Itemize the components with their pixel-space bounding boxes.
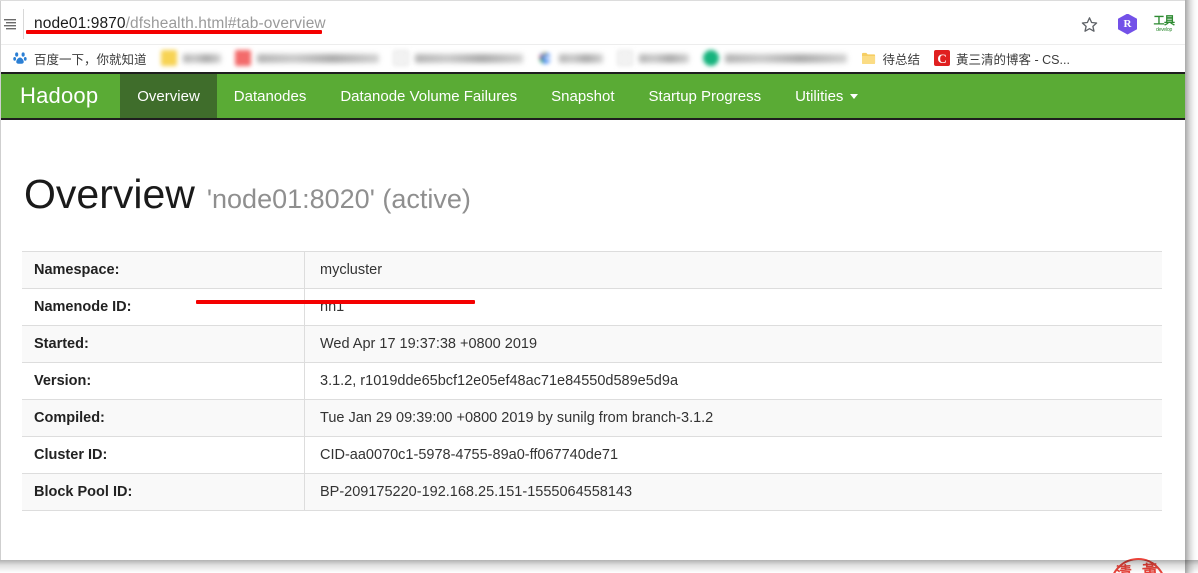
bookmark-baidu[interactable]: 百度一下，你就知道: [8, 47, 151, 69]
red-favicon: [234, 50, 251, 66]
nav-item-label: Utilities: [795, 87, 844, 105]
page-menu-icon[interactable]: [1, 11, 19, 37]
tools-extension-icon[interactable]: 工具 develop: [1151, 11, 1177, 37]
bookmark-folder-summary[interactable]: 待总结: [857, 47, 925, 69]
bookmark-label-redacted: [256, 53, 379, 63]
white-favicon: [392, 50, 409, 66]
table-cell-value: Wed Apr 17 19:37:38 +0800 2019: [304, 325, 1162, 363]
nav-item-label: Overview: [137, 87, 200, 105]
bookmark-redacted-2[interactable]: [231, 47, 383, 69]
bookmark-label-redacted: [638, 53, 689, 63]
nav-item-label: Datanodes: [233, 87, 307, 105]
browser-chrome: node01:9870/dfshealth.html#tab-overview …: [0, 0, 1185, 72]
nav-item-startup-progress[interactable]: Startup Progress: [632, 74, 779, 118]
bookmark-redacted-3[interactable]: [389, 47, 527, 69]
tools-extension-label-cn: 工具: [1153, 14, 1176, 27]
table-cell-key: Cluster ID:: [22, 436, 305, 474]
folder-icon: [861, 50, 877, 66]
url-red-underline-annotation: [26, 30, 322, 34]
main-navbar: Hadoop Overview Datanodes Datanode Volume …: [0, 72, 1185, 120]
baidu-favicon: [12, 50, 28, 66]
bookmark-label: 百度一下，你就知道: [34, 52, 147, 67]
table-cell-key: Started:: [22, 325, 305, 363]
yellow-favicon: [160, 50, 177, 66]
table-cell-key: Compiled:: [22, 399, 305, 437]
bookmark-label: 黃三清的博客 - CS...: [956, 52, 1070, 67]
seal-char-0: 清: [1116, 564, 1133, 573]
table-cell-key: Version:: [22, 362, 305, 400]
table-cell-key: Namespace:: [22, 251, 305, 289]
title-red-underline-annotation: [196, 300, 475, 304]
page-viewport: Hadoop Overview Datanodes Datanode Volume …: [0, 72, 1185, 573]
table-row: Cluster ID: CID-aa0070c1-5978-4755-89a0-f…: [22, 436, 1162, 474]
bookmark-label: 待总结: [882, 52, 921, 67]
address-bar[interactable]: node01:9870/dfshealth.html#tab-overview: [23, 9, 1074, 39]
bookmark-label-redacted: [182, 53, 221, 63]
bookmark-csdn-blog[interactable]: C 黃三清的博客 - CS...: [930, 47, 1074, 69]
nav-item-datanodes[interactable]: Datanodes: [217, 74, 324, 118]
nav-item-datanode-volume-failures[interactable]: Datanode Volume Failures: [323, 74, 534, 118]
page-title-subtitle: 'node01:8020' (active): [206, 184, 471, 214]
window-right-shadow: [1185, 0, 1198, 573]
overview-info-table: Namespace: mycluster Namenode ID: nn1 Starte…: [22, 251, 1162, 511]
csdn-favicon: C: [934, 50, 951, 66]
table-cell-key: Namenode ID:: [22, 288, 305, 326]
nav-item-label: Snapshot: [551, 87, 615, 105]
nav-item-label: Startup Progress: [648, 87, 762, 105]
table-row: Started: Wed Apr 17 19:37:38 +0800 2019: [22, 325, 1162, 363]
page-content: Overview 'node01:8020' (active) Namespace…: [0, 120, 1185, 511]
star-icon[interactable]: [1074, 11, 1104, 37]
r-extension-label: R: [1123, 17, 1132, 30]
bookmark-label-redacted: [558, 53, 603, 63]
bookmark-redacted-6[interactable]: [699, 47, 851, 69]
bookmark-redacted-4[interactable]: [533, 47, 607, 69]
r-extension-icon[interactable]: R: [1118, 13, 1137, 35]
red-seal-stamp: 清 黃 印 三: [1108, 556, 1168, 573]
table-cell-value: BP-209175220-192.168.25.151-155506455814…: [304, 473, 1162, 511]
nav-item-utilities[interactable]: Utilities: [778, 74, 875, 118]
table-cell-value: Tue Jan 29 09:39:00 +0800 2019 by sunilg…: [304, 399, 1162, 437]
browser-window: node01:9870/dfshealth.html#tab-overview …: [0, 0, 1198, 573]
table-row: Namenode ID: nn1: [22, 288, 1162, 326]
nav-item-snapshot[interactable]: Snapshot: [534, 74, 631, 118]
table-row: Namespace: mycluster: [22, 251, 1162, 289]
bookmark-redacted-5[interactable]: [613, 47, 693, 69]
table-row: Version: 3.1.2, r1019dde65bcf12e05ef48ac7…: [22, 362, 1162, 400]
table-row: Compiled: Tue Jan 29 09:39:00 +0800 2019 …: [22, 399, 1162, 437]
chevron-down-icon: [850, 93, 859, 99]
tools-extension-label-en: develop: [1155, 26, 1173, 33]
google-favicon: [536, 50, 553, 66]
seal-char-1: 黃: [1141, 562, 1159, 573]
table-row: Block Pool ID: BP-209175220-192.168.25.15…: [22, 473, 1162, 511]
brand-hadoop[interactable]: Hadoop: [0, 74, 120, 118]
nav-item-label: Datanode Volume Failures: [340, 87, 518, 105]
bookmarks-bar: 百度一下，你就知道 待总结 C 黃三清的博客 - CS...: [0, 44, 1185, 71]
white-favicon: [616, 50, 633, 66]
omnibar-right-icons: R 工具 develop: [1074, 11, 1185, 37]
bookmark-redacted-1[interactable]: [157, 47, 225, 69]
nav-item-overview[interactable]: Overview: [120, 74, 217, 118]
table-cell-value: nn1: [304, 288, 1162, 326]
omnibar-row: node01:9870/dfshealth.html#tab-overview …: [0, 6, 1185, 42]
green-favicon: [702, 50, 719, 66]
bookmark-label-redacted: [414, 53, 523, 63]
table-cell-value: mycluster: [304, 251, 1162, 289]
table-cell-value: 3.1.2, r1019dde65bcf12e05ef48ac71e84550d…: [304, 362, 1162, 400]
table-cell-key: Block Pool ID:: [22, 473, 305, 511]
page-title: Overview 'node01:8020' (active): [22, 120, 1163, 215]
bookmark-label-redacted: [724, 53, 847, 63]
page-title-main: Overview: [24, 171, 195, 217]
table-cell-value: CID-aa0070c1-5978-4755-89a0-ff067740de71: [304, 436, 1162, 474]
